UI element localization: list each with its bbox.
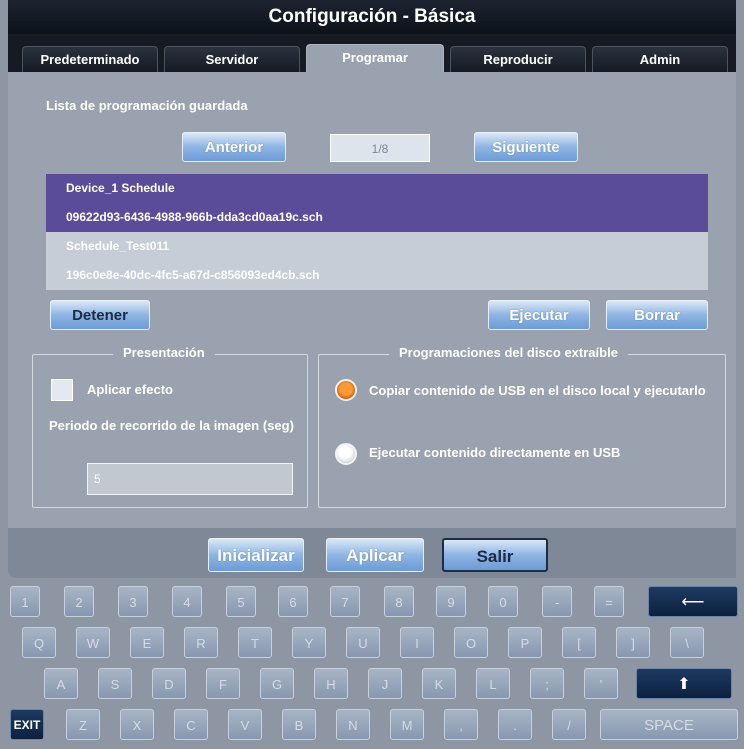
key-e[interactable]: E xyxy=(130,627,164,658)
stop-button[interactable]: Detener xyxy=(50,300,150,330)
key-w[interactable]: W xyxy=(76,627,110,658)
next-button[interactable]: Siguiente xyxy=(474,132,578,162)
key-h[interactable]: H xyxy=(314,668,348,699)
key-6[interactable]: 6 xyxy=(278,586,308,617)
tab-servidor[interactable]: Servidor xyxy=(164,46,300,72)
tab-reproducir[interactable]: Reproducir xyxy=(450,46,586,72)
key-n[interactable]: N xyxy=(336,709,370,740)
space-key[interactable]: SPACE xyxy=(600,709,738,740)
key-equals[interactable]: = xyxy=(594,586,624,617)
key-8[interactable]: 8 xyxy=(384,586,414,617)
period-input[interactable]: 5 xyxy=(87,463,293,495)
run-usb-label: Ejecutar contenido directamente en USB xyxy=(369,445,621,460)
key-0[interactable]: 0 xyxy=(488,586,518,617)
key-quote[interactable]: ' xyxy=(584,668,618,699)
schedule-item-file[interactable]: 196c0e8e-40dc-4fc5-a67d-c856093ed4cb.sch xyxy=(46,261,708,290)
key-2[interactable]: 2 xyxy=(64,586,94,617)
key-minus[interactable]: - xyxy=(542,586,572,617)
key-3[interactable]: 3 xyxy=(118,586,148,617)
key-r[interactable]: R xyxy=(184,627,218,658)
key-f[interactable]: F xyxy=(206,668,240,699)
key-left-bracket[interactable]: [ xyxy=(562,627,596,658)
copy-usb-label: Copiar contenido de USB en el disco loca… xyxy=(369,383,706,398)
apply-effect-label: Aplicar efecto xyxy=(87,382,173,397)
exit-button[interactable]: Salir xyxy=(442,538,548,572)
run-button[interactable]: Ejecutar xyxy=(488,300,590,330)
previous-button[interactable]: Anterior xyxy=(182,132,286,162)
key-c[interactable]: C xyxy=(174,709,208,740)
shift-key[interactable]: ⬆ xyxy=(636,668,732,699)
schedule-panel: Lista de programación guardada Anterior … xyxy=(8,72,736,528)
period-label: Periodo de recorrido de la imagen (seg) xyxy=(49,418,294,433)
key-q[interactable]: Q xyxy=(22,627,56,658)
removable-disk-group: Programaciones del disco extraíble Copia… xyxy=(318,345,726,508)
backspace-key[interactable]: ⟵ xyxy=(648,586,738,617)
key-u[interactable]: U xyxy=(346,627,380,658)
key-9[interactable]: 9 xyxy=(436,586,466,617)
presentation-title: Presentación xyxy=(113,345,215,360)
key-7[interactable]: 7 xyxy=(330,586,360,617)
key-semicolon[interactable]: ; xyxy=(530,668,564,699)
key-i[interactable]: I xyxy=(400,627,434,658)
key-a[interactable]: A xyxy=(44,668,78,699)
key-o[interactable]: O xyxy=(454,627,488,658)
apply-button[interactable]: Aplicar xyxy=(326,538,424,572)
schedule-item-name[interactable]: Device_1 Schedule xyxy=(46,174,708,203)
key-z[interactable]: Z xyxy=(66,709,100,740)
run-usb-radio[interactable] xyxy=(335,443,357,465)
key-s[interactable]: S xyxy=(98,668,132,699)
key-comma[interactable]: , xyxy=(444,709,478,740)
key-d[interactable]: D xyxy=(152,668,186,699)
key-4[interactable]: 4 xyxy=(172,586,202,617)
footer-bar: Inicializar Aplicar Salir xyxy=(8,528,736,578)
exit-key[interactable]: EXIT xyxy=(10,709,44,740)
key-5[interactable]: 5 xyxy=(226,586,256,617)
key-l[interactable]: L xyxy=(476,668,510,699)
schedule-item-name[interactable]: Schedule_Test011 xyxy=(46,232,708,261)
key-y[interactable]: Y xyxy=(292,627,326,658)
key-right-bracket[interactable]: ] xyxy=(616,627,650,658)
settings-dialog: Configuración - Básica Predeterminado Se… xyxy=(8,0,736,578)
initialize-button[interactable]: Inicializar xyxy=(208,538,304,572)
key-p[interactable]: P xyxy=(508,627,542,658)
tab-bar: Predeterminado Servidor Programar Reprod… xyxy=(8,34,736,72)
tab-programar[interactable]: Programar xyxy=(306,44,444,72)
page-indicator: 1/8 xyxy=(330,134,430,162)
apply-effect-checkbox[interactable] xyxy=(51,379,73,401)
key-t[interactable]: T xyxy=(238,627,272,658)
tab-predeterminado[interactable]: Predeterminado xyxy=(22,46,158,72)
key-x[interactable]: X xyxy=(120,709,154,740)
key-period[interactable]: . xyxy=(498,709,532,740)
delete-button[interactable]: Borrar xyxy=(606,300,708,330)
key-m[interactable]: M xyxy=(390,709,424,740)
tab-admin[interactable]: Admin xyxy=(592,46,728,72)
key-j[interactable]: J xyxy=(368,668,402,699)
schedule-list-heading: Lista de programación guardada xyxy=(46,98,248,113)
removable-disk-title: Programaciones del disco extraíble xyxy=(389,345,628,360)
key-b[interactable]: B xyxy=(282,709,316,740)
virtual-keyboard: 1 2 3 4 5 6 7 8 9 0 - = ⟵ Q W E R T Y U … xyxy=(0,578,744,749)
copy-usb-radio[interactable] xyxy=(335,379,357,401)
presentation-group: Presentación Aplicar efecto Periodo de r… xyxy=(32,345,308,508)
key-slash[interactable]: / xyxy=(552,709,586,740)
key-k[interactable]: K xyxy=(422,668,456,699)
window-title: Configuración - Básica xyxy=(8,0,736,34)
schedule-item-file[interactable]: 09622d93-6436-4988-966b-dda3cd0aa19c.sch xyxy=(46,203,708,232)
key-v[interactable]: V xyxy=(228,709,262,740)
key-1[interactable]: 1 xyxy=(10,586,40,617)
key-backslash[interactable]: \ xyxy=(670,627,704,658)
key-g[interactable]: G xyxy=(260,668,294,699)
